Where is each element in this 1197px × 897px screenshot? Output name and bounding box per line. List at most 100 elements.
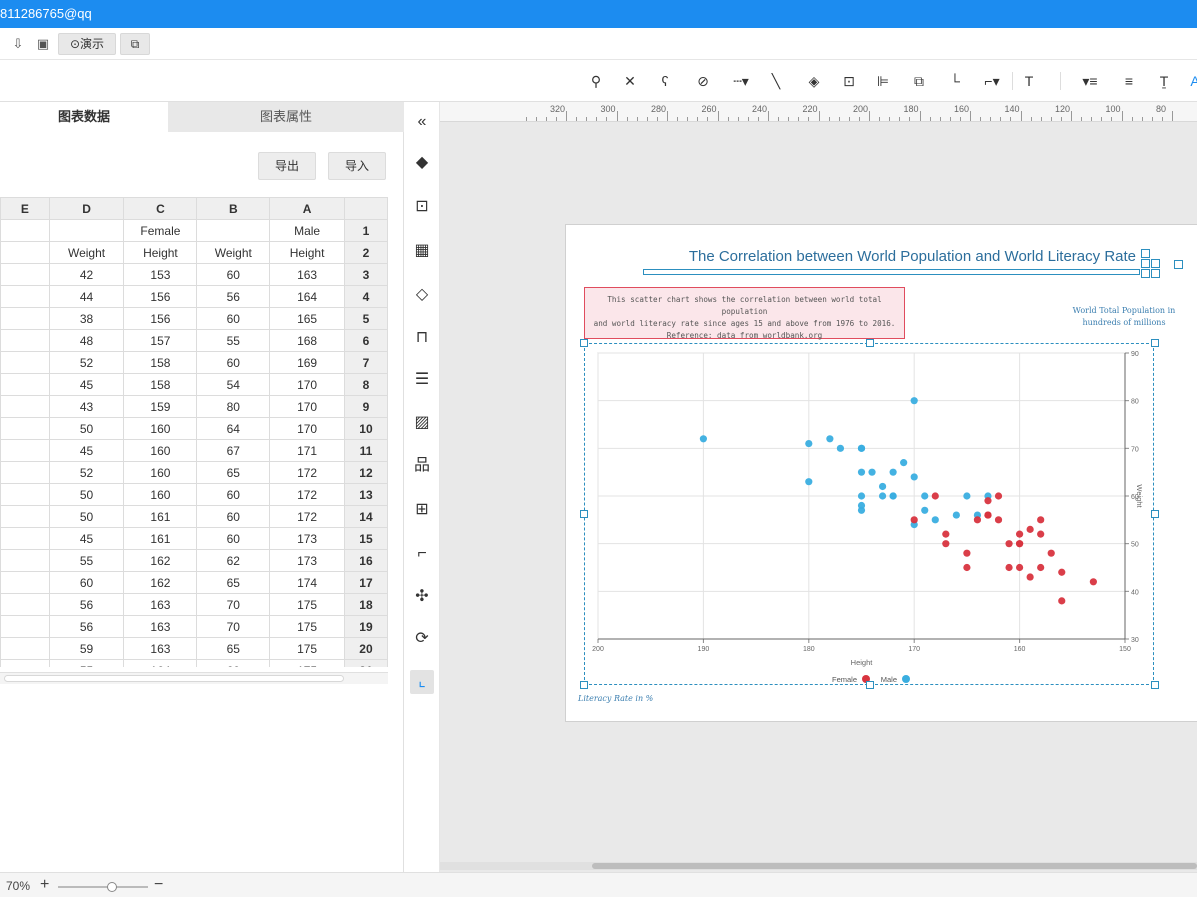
table-cell[interactable]: 55 — [196, 329, 271, 352]
table-cell[interactable]: 48 — [48, 329, 125, 352]
table-cell[interactable]: 158 — [123, 351, 198, 374]
title-handle[interactable] — [1151, 259, 1160, 268]
table-cell[interactable]: Weight — [48, 241, 125, 264]
table-cell[interactable]: 175 — [269, 593, 345, 616]
table-cell[interactable] — [0, 395, 50, 418]
table-cell[interactable]: 45 — [48, 439, 125, 462]
table-cell[interactable]: 56 — [196, 285, 271, 308]
fill-style-icon[interactable]: ◆ — [410, 151, 434, 175]
image-icon[interactable]: ▨ — [410, 411, 434, 435]
table-cell[interactable] — [0, 527, 50, 550]
table-cell[interactable]: 172 — [269, 505, 345, 528]
grid-horizontal-scrollbar[interactable] — [0, 672, 388, 684]
table-cell[interactable]: 50 — [48, 505, 125, 528]
table-cell[interactable]: Weight — [196, 241, 271, 264]
export-button[interactable]: 导出 — [258, 152, 316, 180]
table-cell[interactable]: 70 — [196, 593, 271, 616]
align-icon[interactable]: ⊫ — [874, 72, 892, 90]
lock-icon[interactable]: ⊘ — [694, 72, 712, 90]
row-number[interactable]: 21 — [343, 659, 388, 667]
table-cell[interactable] — [0, 373, 50, 396]
resize-handle[interactable] — [866, 339, 874, 347]
zoom-in-icon[interactable]: + — [40, 876, 49, 894]
table-cell[interactable]: 50 — [48, 483, 125, 506]
table-cell[interactable]: 162 — [123, 571, 198, 594]
table-cell[interactable]: 160 — [123, 439, 198, 462]
arrange-icon[interactable]: ⧉ — [910, 72, 928, 90]
row-number[interactable]: 6 — [343, 329, 388, 352]
table-cell[interactable]: 42 — [48, 263, 125, 286]
canvas-horizontal-scrollbar[interactable] — [440, 862, 1197, 870]
table-cell[interactable] — [0, 307, 50, 330]
tab-chart-data[interactable]: 图表数据 — [0, 102, 168, 132]
table-cell[interactable]: 163 — [269, 263, 345, 286]
table-cell[interactable]: 38 — [48, 307, 125, 330]
table-cell[interactable]: 174 — [269, 571, 345, 594]
title-text-frame[interactable] — [643, 269, 1140, 275]
table-cell[interactable]: 161 — [123, 505, 198, 528]
row-number[interactable]: 12 — [343, 461, 388, 484]
row-number[interactable]: 9 — [343, 395, 388, 418]
table-cell[interactable]: 175 — [269, 615, 345, 638]
row-number[interactable]: 3 — [343, 263, 388, 286]
table-cell[interactable]: 175 — [269, 659, 345, 667]
table-cell[interactable]: Height — [123, 241, 198, 264]
chart-title[interactable]: The Correlation between World Population… — [646, 248, 1136, 265]
table-cell[interactable]: 64 — [196, 417, 271, 440]
row-number[interactable]: 8 — [343, 373, 388, 396]
table-cell[interactable]: Height — [269, 241, 345, 264]
table-cell[interactable]: 159 — [123, 395, 198, 418]
connector-style-icon[interactable]: ⌐▾ — [980, 72, 1004, 90]
resize-handle[interactable] — [580, 510, 588, 518]
table-cell[interactable]: 60 — [196, 483, 271, 506]
zoom-slider[interactable] — [58, 886, 148, 888]
table-cell[interactable] — [0, 439, 50, 462]
history-icon[interactable]: ⟳ — [410, 627, 434, 651]
title-handle[interactable] — [1141, 259, 1150, 268]
screen-icon[interactable]: ⧉ — [120, 33, 150, 55]
fill-icon[interactable]: ◈ — [805, 72, 823, 90]
resize-handle[interactable] — [1151, 681, 1159, 689]
row-number[interactable]: 19 — [343, 615, 388, 638]
resize-handle[interactable] — [580, 681, 588, 689]
group-icon[interactable]: ⊡ — [840, 72, 858, 90]
table-cell[interactable]: 65 — [196, 637, 271, 660]
expand-icon[interactable]: ✣ — [410, 585, 434, 609]
import-button[interactable]: 导入 — [328, 152, 386, 180]
table-cell[interactable] — [0, 659, 50, 667]
table-cell[interactable]: 65 — [196, 571, 271, 594]
resize-handle[interactable] — [1151, 339, 1159, 347]
table-cell[interactable]: 59 — [48, 637, 125, 660]
pen-icon[interactable]: ╲ — [767, 72, 785, 90]
table-cell[interactable]: 55 — [48, 549, 125, 572]
table-cell[interactable]: 52 — [48, 351, 125, 374]
column-header[interactable]: D — [48, 197, 125, 220]
table-cell[interactable] — [0, 637, 50, 660]
format-painter-icon[interactable]: ⌐ — [410, 542, 434, 566]
table-cell[interactable]: 160 — [123, 461, 198, 484]
table-cell[interactable]: 161 — [123, 527, 198, 550]
table-cell[interactable] — [0, 483, 50, 506]
table-cell[interactable]: 158 — [123, 373, 198, 396]
scrollbar-thumb[interactable] — [592, 863, 1197, 869]
zoom-out-icon[interactable]: − — [154, 876, 163, 894]
layers-icon[interactable]: ◇ — [410, 283, 434, 307]
table-cell[interactable]: 160 — [123, 417, 198, 440]
row-number[interactable]: 15 — [343, 527, 388, 550]
population-note[interactable]: World Total Population in hundreds of mi… — [1054, 305, 1194, 329]
table-cell[interactable]: 52 — [48, 461, 125, 484]
presentation-icon[interactable]: ⊓ — [410, 326, 434, 350]
table-cell[interactable]: 170 — [269, 373, 345, 396]
table-cell[interactable]: 169 — [269, 351, 345, 374]
collapse-icon[interactable]: « — [410, 110, 434, 134]
row-number[interactable]: 4 — [343, 285, 388, 308]
table-cell[interactable]: 163 — [123, 637, 198, 660]
literacy-note[interactable]: Literacy Rate in % — [578, 694, 653, 703]
row-number[interactable]: 10 — [343, 417, 388, 440]
row-number[interactable]: 17 — [343, 571, 388, 594]
column-header[interactable]: C — [123, 197, 198, 220]
connector-icon[interactable]: └ — [946, 72, 964, 90]
resize-handle[interactable] — [866, 681, 874, 689]
resize-handle[interactable] — [580, 339, 588, 347]
table-cell[interactable]: 156 — [123, 307, 198, 330]
